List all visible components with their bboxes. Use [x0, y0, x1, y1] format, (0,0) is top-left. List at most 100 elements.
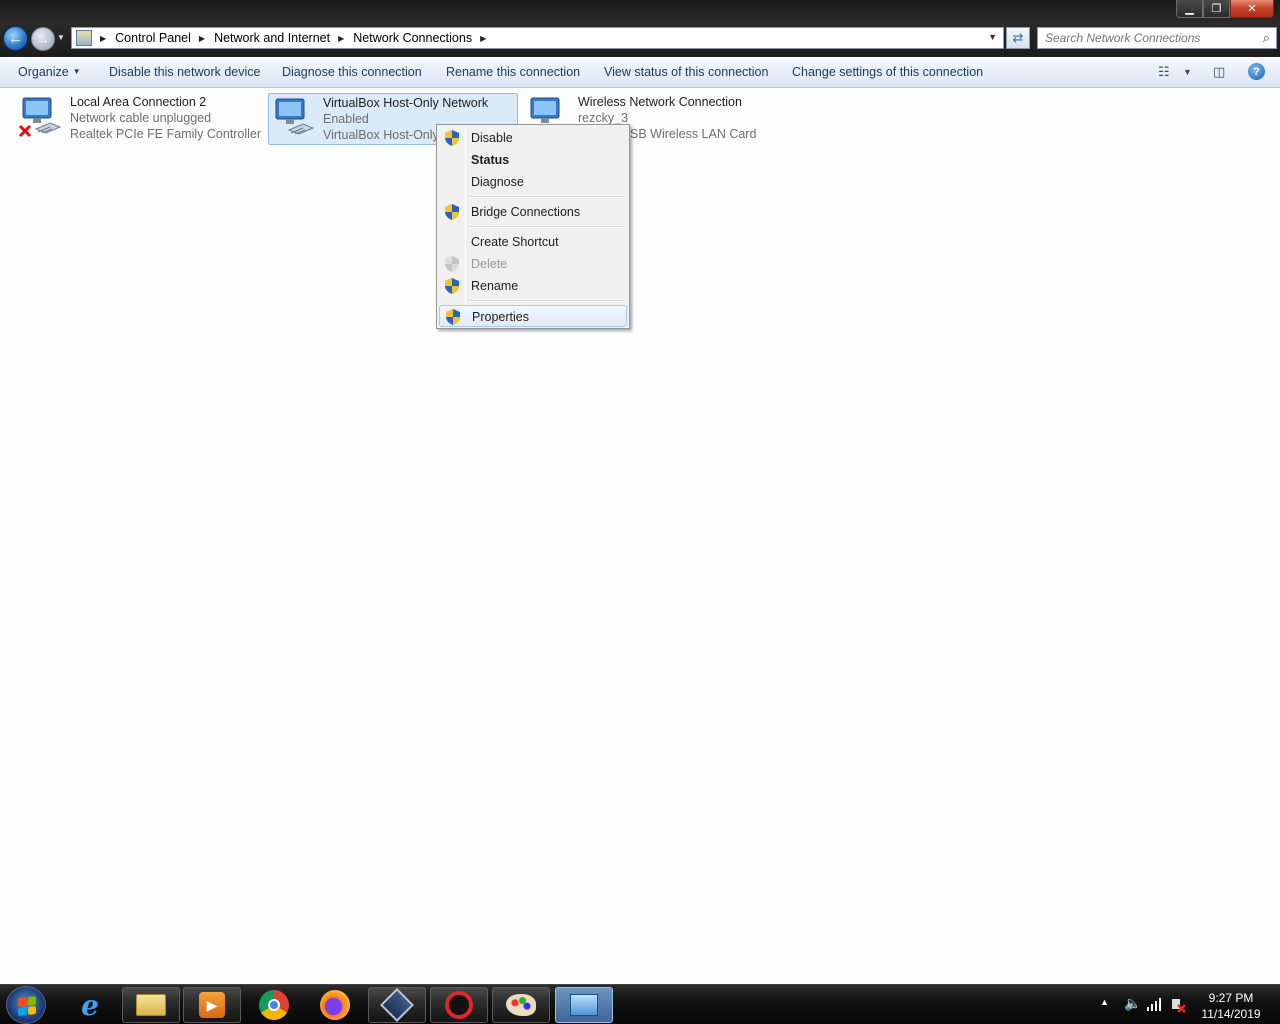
connection-name: Wireless Network Connection	[578, 95, 742, 109]
menu-item-delete: Delete	[439, 253, 627, 275]
connection-name: VirtualBox Host-Only Network	[323, 96, 489, 110]
volume-icon[interactable]: 🔈	[1124, 995, 1141, 1012]
organize-button[interactable]: Organize ▼	[18, 65, 81, 79]
menu-item-properties[interactable]: Properties	[439, 305, 627, 327]
breadcrumb-network-connections[interactable]: Network Connections	[353, 31, 472, 45]
taskbar-windows-explorer[interactable]	[122, 987, 180, 1023]
connection-name: Local Area Connection 2	[70, 95, 207, 109]
preview-pane-button[interactable]: ◫	[1213, 64, 1225, 80]
uac-shield-icon	[445, 130, 459, 146]
address-history-dropdown-icon[interactable]: ▼	[988, 32, 997, 42]
taskbar: e ▶ ▲ 🔈 9:27 PM 11/14/2019	[0, 984, 1280, 1024]
network-adapter-icon	[275, 98, 315, 135]
uac-shield-icon	[445, 256, 459, 272]
bandicam-icon	[445, 991, 473, 1019]
refresh-icon: ⇄	[1012, 30, 1024, 45]
change-view-button[interactable]: ☷	[1158, 64, 1170, 80]
internet-explorer-icon: e	[81, 988, 99, 1022]
connection-device: SB Wireless LAN Card	[630, 127, 757, 141]
recent-pages-dropdown[interactable]: ▼	[57, 33, 65, 42]
action-center-icon[interactable]	[1170, 997, 1186, 1016]
back-arrow-icon: ←	[8, 30, 23, 47]
menu-item-create-shortcut[interactable]: Create Shortcut	[439, 231, 627, 253]
network-connections-icon	[570, 994, 598, 1016]
menu-item-diagnose[interactable]: Diagnose	[439, 171, 627, 193]
search-icon[interactable]: ⌕	[1263, 30, 1270, 46]
menu-item-label: Rename	[471, 279, 519, 293]
menu-item-label: Properties	[472, 310, 529, 324]
connection-item-local-area[interactable]: Local Area Connection 2 Network cable un…	[16, 93, 261, 145]
menu-separator	[467, 226, 625, 228]
restore-button[interactable]: ❐	[1203, 0, 1230, 18]
search-box[interactable]: ⌕	[1037, 27, 1277, 49]
chevron-down-icon: ▼	[72, 67, 81, 76]
organize-label: Organize	[18, 65, 69, 79]
minimize-button[interactable]: ▁	[1176, 0, 1203, 18]
taskbar-chrome[interactable]	[245, 987, 303, 1023]
menu-item-label: Create Shortcut	[471, 235, 559, 249]
menu-separator	[467, 300, 625, 302]
forward-arrow-icon: →	[36, 31, 50, 47]
view-status-button[interactable]: View status of this connection	[604, 65, 768, 79]
menu-item-disable[interactable]: Disable	[439, 127, 627, 149]
menu-item-label: Status	[471, 153, 510, 167]
firefox-icon	[320, 990, 350, 1020]
caption-buttons: ▁ ❐ ✕	[1176, 0, 1274, 18]
connection-status: Network cable unplugged	[70, 111, 212, 125]
taskbar-firefox[interactable]	[306, 987, 364, 1023]
rename-button[interactable]: Rename this connection	[446, 65, 580, 79]
breadcrumb-separator-icon[interactable]: ▶	[199, 34, 205, 43]
uac-shield-icon	[446, 309, 460, 325]
system-clock[interactable]: 9:27 PM 11/14/2019	[1192, 990, 1270, 1022]
folder-icon	[136, 994, 166, 1016]
start-button[interactable]	[6, 986, 46, 1024]
show-hidden-icons-button[interactable]: ▲	[1100, 997, 1109, 1007]
help-button[interactable]: ?	[1248, 63, 1265, 80]
refresh-button[interactable]: ⇄	[1006, 27, 1030, 49]
taskbar-media-player[interactable]: ▶	[183, 987, 241, 1023]
taskbar-internet-explorer[interactable]: e	[61, 987, 119, 1023]
breadcrumb-separator-icon[interactable]: ▶	[480, 34, 486, 43]
context-menu: Disable Status Diagnose Bridge Connectio…	[436, 124, 630, 329]
menu-item-label: Bridge Connections	[471, 205, 581, 219]
preview-pane-icon: ◫	[1213, 64, 1226, 79]
window-titlebar: ▁ ❐ ✕ ← → ▼ ▶ Control Panel ▶ Network an…	[0, 0, 1280, 57]
taskbar-virtualbox[interactable]	[368, 987, 426, 1023]
breadcrumb-separator-icon[interactable]: ▶	[338, 34, 344, 43]
taskbar-network-connections[interactable]	[555, 987, 613, 1023]
taskbar-paint[interactable]	[492, 987, 550, 1023]
menu-item-label: Disable	[471, 131, 513, 145]
menu-item-label: Delete	[471, 257, 508, 271]
disable-device-button[interactable]: Disable this network device	[109, 65, 260, 79]
address-bar[interactable]: ▶ Control Panel ▶ Network and Internet ▶…	[71, 27, 1004, 49]
breadcrumb-control-panel[interactable]: Control Panel	[115, 31, 191, 45]
connections-list: Local Area Connection 2 Network cable un…	[0, 88, 1280, 983]
menu-item-rename[interactable]: Rename	[439, 275, 627, 297]
diagnose-button[interactable]: Diagnose this connection	[282, 65, 422, 79]
network-signal-icon[interactable]	[1146, 997, 1162, 1014]
connection-device: Realtek PCIe FE Family Controller	[70, 127, 262, 141]
change-settings-button[interactable]: Change settings of this connection	[792, 65, 983, 79]
connection-device: VirtualBox Host-Only	[323, 128, 439, 142]
network-adapter-disconnected-icon	[18, 97, 62, 138]
view-dropdown-button[interactable]: ▼	[1183, 67, 1192, 77]
breadcrumb-separator-icon[interactable]: ▶	[100, 34, 106, 43]
back-button[interactable]: ←	[3, 26, 28, 51]
view-options-icon: ☷	[1158, 64, 1170, 79]
search-input[interactable]	[1038, 28, 1248, 48]
control-panel-icon	[76, 30, 92, 46]
clock-time: 9:27 PM	[1208, 991, 1254, 1005]
menu-item-status[interactable]: Status	[439, 149, 627, 171]
close-button[interactable]: ✕	[1230, 0, 1274, 18]
connection-status: Enabled	[323, 112, 369, 126]
media-player-icon: ▶	[199, 992, 225, 1018]
paint-palette-icon	[506, 994, 536, 1016]
windows-logo-icon	[18, 996, 36, 1016]
menu-item-bridge-connections[interactable]: Bridge Connections	[439, 201, 627, 223]
breadcrumb-network-and-internet[interactable]: Network and Internet	[214, 31, 330, 45]
menu-item-label: Diagnose	[471, 175, 524, 189]
taskbar-bandicam[interactable]	[430, 987, 488, 1023]
forward-button[interactable]: →	[31, 27, 55, 51]
chrome-icon	[259, 990, 289, 1020]
connection-status: rezcky_3	[578, 111, 629, 125]
